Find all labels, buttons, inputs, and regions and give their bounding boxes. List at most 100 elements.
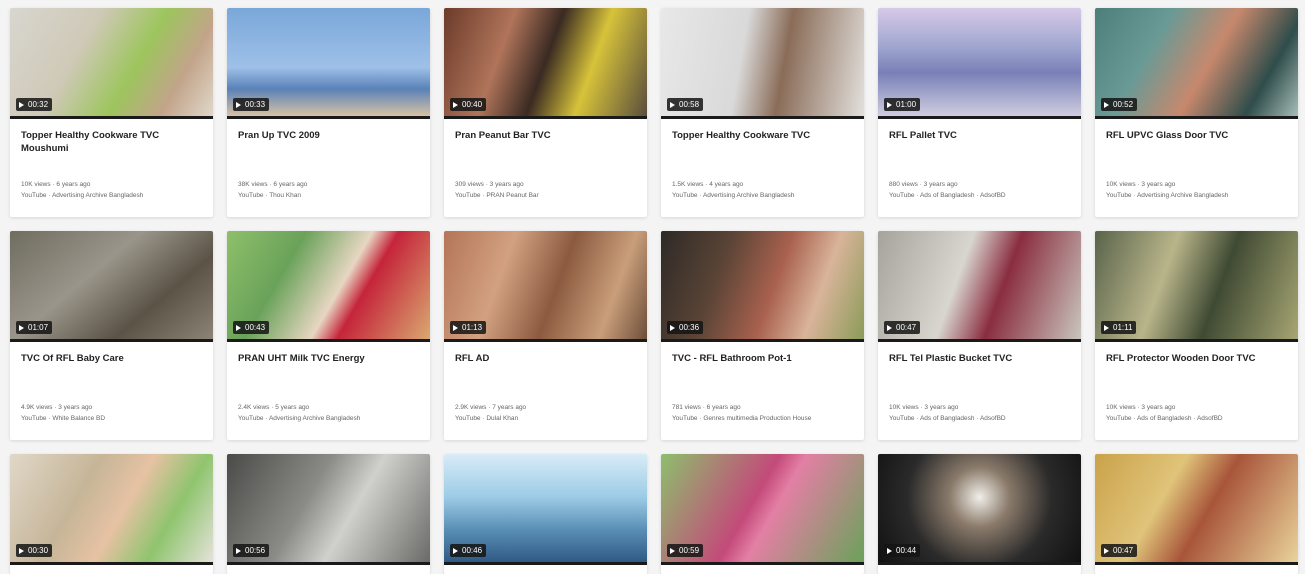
duration-label: 00:52 <box>1113 100 1134 109</box>
video-views: 309 views · 3 years ago <box>455 181 524 188</box>
duration-label: 01:13 <box>462 323 483 332</box>
play-icon <box>1104 547 1109 554</box>
duration-badge: 01:00 <box>884 98 921 111</box>
video-card[interactable]: 00:47 <box>1095 454 1298 574</box>
video-thumbnail[interactable]: 01:13 <box>444 231 647 342</box>
video-views: 10K views · 3 years ago <box>889 404 959 411</box>
duration-badge: 00:40 <box>450 98 487 111</box>
video-results-grid: 00:32 Topper Healthy Cookware TVC Moushu… <box>10 8 1298 574</box>
video-thumbnail[interactable]: 00:36 <box>661 231 864 342</box>
video-title[interactable]: Pran Peanut Bar TVC <box>455 129 636 169</box>
video-thumbnail[interactable]: 00:43 <box>227 231 430 342</box>
video-views: 2.4K views · 5 years ago <box>238 404 310 411</box>
video-thumbnail[interactable]: 01:07 <box>10 231 213 342</box>
video-card[interactable]: 00:40 Pran Peanut Bar TVC 309 views · 3 … <box>444 8 647 217</box>
duration-label: 00:36 <box>679 323 700 332</box>
video-title[interactable]: PRAN UHT Milk TVC Energy <box>238 352 419 392</box>
duration-label: 00:33 <box>245 100 266 109</box>
video-thumbnail[interactable]: 00:56 <box>227 454 430 565</box>
video-thumbnail[interactable]: 01:11 <box>1095 231 1298 342</box>
video-thumbnail[interactable]: 00:30 <box>10 454 213 565</box>
play-icon <box>236 324 241 331</box>
video-card[interactable]: 00:52 RFL UPVC Glass Door TVC 10K views … <box>1095 8 1298 217</box>
video-card[interactable]: 00:56 <box>227 454 430 574</box>
video-views: 781 views · 6 years ago <box>672 404 741 411</box>
video-source: YouTube · Thou Khan <box>238 192 302 199</box>
video-thumbnail[interactable]: 00:32 <box>10 8 213 119</box>
duration-badge: 00:36 <box>667 321 704 334</box>
video-title[interactable]: Topper Healthy Cookware TVC Moushumi <box>21 129 202 169</box>
video-thumbnail[interactable]: 00:52 <box>1095 8 1298 119</box>
video-views: 880 views · 3 years ago <box>889 181 958 188</box>
video-title[interactable]: TVC - RFL Bathroom Pot-1 <box>672 352 853 392</box>
play-icon <box>1104 324 1109 331</box>
video-thumbnail[interactable]: 00:59 <box>661 454 864 565</box>
duration-label: 00:44 <box>896 546 917 555</box>
duration-label: 00:43 <box>245 323 266 332</box>
duration-badge: 00:47 <box>1101 544 1138 557</box>
duration-badge: 00:43 <box>233 321 270 334</box>
video-thumbnail[interactable]: 00:58 <box>661 8 864 119</box>
video-views: 38K views · 6 years ago <box>238 181 308 188</box>
duration-badge: 00:59 <box>667 544 704 557</box>
video-card[interactable]: 00:43 PRAN UHT Milk TVC Energy 2.4K view… <box>227 231 430 440</box>
video-title[interactable]: RFL Protector Wooden Door TVC <box>1106 352 1287 392</box>
video-card[interactable]: 00:59 <box>661 454 864 574</box>
video-card[interactable]: 00:47 RFL Tel Plastic Bucket TVC 10K vie… <box>878 231 1081 440</box>
video-title[interactable]: TVC Of RFL Baby Care <box>21 352 202 392</box>
video-views: 10K views · 3 years ago <box>1106 181 1176 188</box>
video-card[interactable]: 00:58 Topper Healthy Cookware TVC 1.5K v… <box>661 8 864 217</box>
duration-badge: 00:30 <box>16 544 53 557</box>
video-views: 4.9K views · 3 years ago <box>21 404 93 411</box>
play-icon <box>236 101 241 108</box>
video-card[interactable]: 00:32 Topper Healthy Cookware TVC Moushu… <box>10 8 213 217</box>
video-card[interactable]: 00:44 <box>878 454 1081 574</box>
duration-badge: 00:56 <box>233 544 270 557</box>
duration-label: 00:32 <box>28 100 49 109</box>
duration-label: 00:58 <box>679 100 700 109</box>
duration-badge: 00:58 <box>667 98 704 111</box>
play-icon <box>670 101 675 108</box>
duration-badge: 00:32 <box>16 98 53 111</box>
video-card[interactable]: 01:13 RFL AD 2.9K views · 7 years ago Yo… <box>444 231 647 440</box>
video-card[interactable]: 00:30 <box>10 454 213 574</box>
video-card[interactable]: 01:11 RFL Protector Wooden Door TVC 10K … <box>1095 231 1298 440</box>
video-thumbnail[interactable]: 00:47 <box>878 231 1081 342</box>
video-source: YouTube · Ads of Bangladesh · AdsofBD <box>889 415 1006 422</box>
video-source: YouTube · Advertising Archive Bangladesh <box>21 192 144 199</box>
play-icon <box>1104 101 1109 108</box>
duration-badge: 00:52 <box>1101 98 1138 111</box>
video-title[interactable]: RFL UPVC Glass Door TVC <box>1106 129 1287 169</box>
video-title[interactable]: Pran Up TVC 2009 <box>238 129 419 169</box>
video-card[interactable]: 00:33 Pran Up TVC 2009 38K views · 6 yea… <box>227 8 430 217</box>
duration-badge: 01:11 <box>1101 321 1137 334</box>
video-card[interactable]: 00:46 <box>444 454 647 574</box>
video-thumbnail[interactable]: 00:33 <box>227 8 430 119</box>
play-icon <box>19 101 24 108</box>
video-thumbnail[interactable]: 01:00 <box>878 8 1081 119</box>
duration-badge: 00:33 <box>233 98 270 111</box>
video-title[interactable]: RFL Pallet TVC <box>889 129 1070 169</box>
video-thumbnail[interactable]: 00:46 <box>444 454 647 565</box>
video-source: YouTube · Advertising Archive Bangladesh <box>672 192 795 199</box>
video-views: 10K views · 3 years ago <box>1106 404 1176 411</box>
duration-label: 00:56 <box>245 546 266 555</box>
video-card[interactable]: 01:00 RFL Pallet TVC 880 views · 3 years… <box>878 8 1081 217</box>
video-thumbnail[interactable]: 00:47 <box>1095 454 1298 565</box>
video-views: 1.5K views · 4 years ago <box>672 181 744 188</box>
video-views: 2.9K views · 7 years ago <box>455 404 527 411</box>
duration-label: 00:46 <box>462 546 483 555</box>
video-card[interactable]: 00:36 TVC - RFL Bathroom Pot-1 781 views… <box>661 231 864 440</box>
video-title[interactable]: RFL AD <box>455 352 636 392</box>
video-title[interactable]: RFL Tel Plastic Bucket TVC <box>889 352 1070 392</box>
play-icon <box>19 547 24 554</box>
play-icon <box>19 324 24 331</box>
video-thumbnail[interactable]: 00:44 <box>878 454 1081 565</box>
video-source: YouTube · Advertising Archive Bangladesh <box>1106 192 1229 199</box>
play-icon <box>670 324 675 331</box>
play-icon <box>887 547 892 554</box>
video-thumbnail[interactable]: 00:40 <box>444 8 647 119</box>
play-icon <box>670 547 675 554</box>
video-title[interactable]: Topper Healthy Cookware TVC <box>672 129 853 169</box>
video-card[interactable]: 01:07 TVC Of RFL Baby Care 4.9K views · … <box>10 231 213 440</box>
